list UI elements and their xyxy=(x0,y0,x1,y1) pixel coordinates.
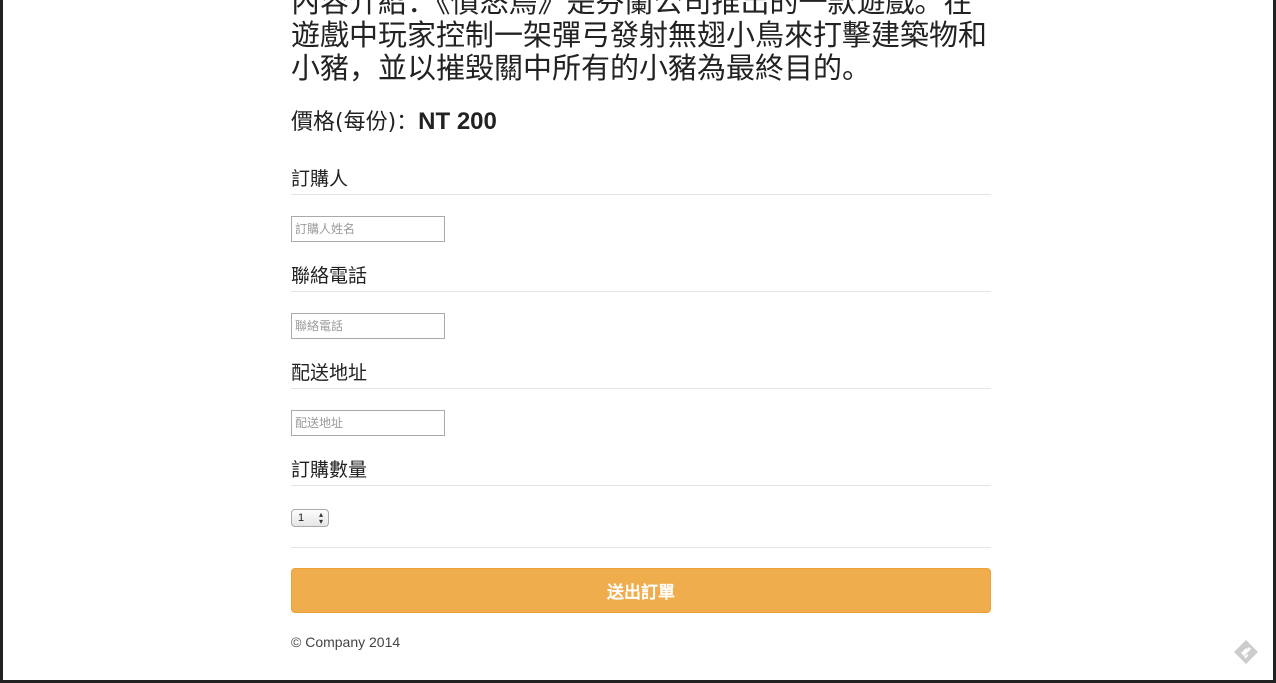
footer-copyright: © Company 2014 xyxy=(291,634,401,650)
phone-input[interactable] xyxy=(291,313,445,339)
quantity-label: 訂購數量 xyxy=(291,458,991,486)
select-arrows-icon: ▴ ▾ xyxy=(318,510,323,526)
quantity-value: 1 xyxy=(298,512,305,524)
feedly-icon[interactable] xyxy=(1232,638,1260,666)
product-intro: 內容介紹：《憤怒鳥》是芬蘭公司推出的一款遊戲。在遊戲中玩家控制一架彈弓發射無翅小… xyxy=(291,0,988,85)
phone-label: 聯絡電話 xyxy=(291,264,991,292)
address-label: 配送地址 xyxy=(291,361,991,389)
address-input[interactable] xyxy=(291,410,445,436)
price-label: 價格(每份)： xyxy=(291,110,419,135)
price-value: NT 200 xyxy=(418,108,497,135)
name-label: 訂購人 xyxy=(291,167,991,195)
form-divider xyxy=(291,547,991,548)
submit-order-button[interactable]: 送出訂單 xyxy=(291,568,991,613)
product-price: 價格(每份)：NT 200 xyxy=(291,108,991,137)
quantity-select[interactable]: 1 ▴ ▾ xyxy=(291,509,329,527)
page-frame: 內容介紹：《憤怒鳥》是芬蘭公司推出的一款遊戲。在遊戲中玩家控制一架彈弓發射無翅小… xyxy=(0,0,1276,683)
name-input[interactable] xyxy=(291,216,445,242)
